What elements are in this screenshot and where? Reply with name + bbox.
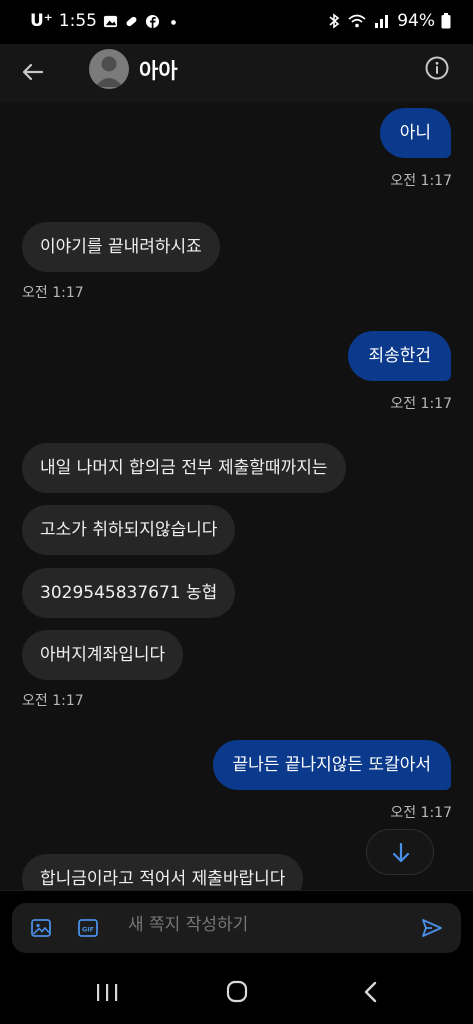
info-circle-icon[interactable] bbox=[424, 55, 450, 81]
message-timestamp: 오전 1:17 bbox=[22, 285, 84, 301]
gif-icon[interactable]: GIF bbox=[77, 917, 99, 939]
sent-message-bubble[interactable]: 아니 bbox=[379, 108, 451, 158]
more-notifications-dot-icon bbox=[171, 19, 176, 25]
message-timestamp: 오전 1:17 bbox=[390, 396, 452, 412]
back-arrow-icon[interactable] bbox=[18, 57, 48, 87]
received-message-bubble[interactable]: 고소가 취하되지않습니다 bbox=[22, 505, 236, 555]
message-timestamp: 오전 1:17 bbox=[390, 805, 452, 821]
arrow-down-icon bbox=[392, 842, 410, 863]
facebook-notification-icon bbox=[145, 14, 160, 28]
received-message-bubble[interactable]: 아버지계좌입니다 bbox=[22, 630, 184, 680]
conversation-header: 아아 bbox=[0, 44, 473, 102]
status-time: 1:55 bbox=[58, 11, 97, 31]
bluetooth-icon bbox=[329, 13, 340, 29]
message-timestamp: 오전 1:17 bbox=[22, 693, 84, 709]
status-left: U⁺ 1:55 bbox=[30, 11, 181, 31]
default-person-icon bbox=[95, 56, 123, 87]
status-right: 94% bbox=[327, 11, 451, 31]
battery-percent: 94% bbox=[397, 11, 435, 31]
sent-message-bubble[interactable]: 죄송한건 bbox=[348, 331, 451, 381]
message-input[interactable] bbox=[128, 915, 388, 935]
signal-icon bbox=[375, 15, 389, 28]
back-nav-icon[interactable] bbox=[356, 978, 386, 1006]
message-list[interactable]: 아니 오전 1:17 이야기를 끝내려하시죠 오전 1:17 죄송한건 오전 1… bbox=[0, 102, 473, 890]
wifi-icon bbox=[348, 14, 366, 28]
system-navigation-bar bbox=[0, 960, 473, 1024]
received-message-bubble[interactable]: 3029545837671 농협 bbox=[22, 568, 236, 618]
received-message-bubble[interactable]: 이야기를 끝내려하시죠 bbox=[22, 222, 220, 272]
message-timestamp: 오전 1:17 bbox=[390, 173, 452, 189]
composer-bar: GIF bbox=[0, 890, 473, 960]
gallery-notification-icon bbox=[103, 15, 118, 27]
status-bar: U⁺ 1:55 94% bbox=[0, 0, 473, 44]
battery-icon bbox=[441, 13, 451, 29]
svg-text:GIF: GIF bbox=[82, 925, 94, 933]
photo-icon[interactable] bbox=[30, 917, 52, 939]
carrier-label: U⁺ bbox=[30, 11, 53, 31]
pill-notification-icon bbox=[126, 16, 137, 26]
conversation-title[interactable]: 아아 bbox=[139, 55, 178, 85]
composer-box: GIF bbox=[12, 903, 461, 953]
send-icon[interactable] bbox=[420, 916, 444, 940]
avatar[interactable] bbox=[89, 49, 129, 89]
scroll-to-bottom-button[interactable] bbox=[366, 829, 434, 875]
home-icon[interactable] bbox=[222, 978, 252, 1006]
received-message-bubble[interactable]: 내일 나머지 합의금 전부 제출할때까지는 bbox=[22, 443, 346, 493]
received-message-bubble[interactable]: 합니금이라고 적어서 제출바랍니다 bbox=[22, 854, 304, 890]
sent-message-bubble[interactable]: 끝나든 끝나지않든 또칼아서 bbox=[212, 740, 451, 790]
recent-apps-icon[interactable] bbox=[92, 978, 122, 1006]
